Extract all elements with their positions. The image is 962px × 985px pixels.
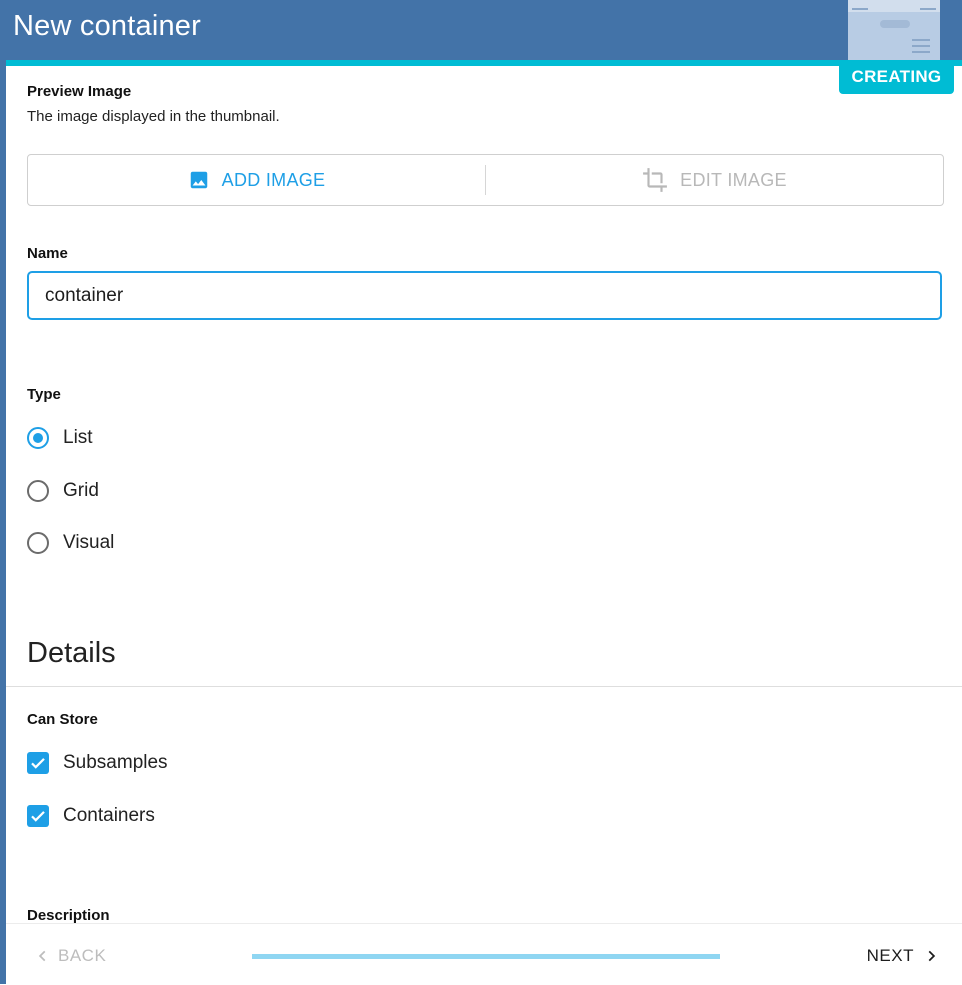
preview-image-helper: The image displayed in the thumbnail. (27, 108, 280, 125)
chevron-left-icon (38, 950, 46, 962)
type-option-label: Visual (63, 532, 115, 553)
add-image-label: ADD IMAGE (221, 169, 326, 190)
status-badge: CREATING (839, 60, 954, 94)
type-option-visual[interactable]: Visual (27, 532, 114, 554)
back-button[interactable]: BACK (36, 946, 106, 966)
crop-icon (643, 168, 668, 192)
type-option-label: Grid (63, 480, 99, 501)
radio-unchecked-icon (27, 480, 49, 502)
description-label: Description (27, 907, 110, 924)
name-input[interactable] (27, 271, 942, 320)
add-image-button[interactable]: ADD IMAGE (28, 155, 485, 205)
radio-unchecked-icon (27, 532, 49, 554)
checkbox-checked-icon (27, 805, 49, 827)
type-option-grid[interactable]: Grid (27, 480, 99, 502)
edit-image-label: EDIT IMAGE (680, 169, 787, 190)
next-label: NEXT (866, 946, 914, 965)
name-label: Name (27, 245, 68, 262)
image-button-group: ADD IMAGE EDIT IMAGE (27, 154, 944, 206)
dialog-title: New container (13, 10, 201, 42)
can-store-subsamples[interactable]: Subsamples (27, 752, 168, 774)
edit-image-button[interactable]: EDIT IMAGE (486, 155, 943, 205)
can-store-option-label: Subsamples (63, 752, 168, 773)
can-store-option-label: Containers (63, 805, 155, 826)
can-store-label: Can Store (27, 711, 98, 728)
wizard-progress-bar (252, 954, 720, 959)
progress-fill (252, 954, 720, 959)
dialog-header: New container (0, 0, 962, 60)
type-option-label: List (63, 427, 93, 448)
radio-checked-icon (27, 427, 49, 449)
type-option-list[interactable]: List (27, 427, 93, 449)
left-accent-bar (0, 0, 6, 984)
wizard-footer: BACK NEXT (6, 923, 962, 985)
type-label: Type (27, 386, 61, 403)
back-label: BACK (58, 946, 107, 965)
details-section-title: Details (27, 637, 116, 669)
preview-image-label: Preview Image (27, 83, 132, 100)
image-icon (190, 171, 207, 189)
container-thumbnail-icon (848, 0, 940, 60)
checkbox-checked-icon (27, 752, 49, 774)
header-accent-line (6, 60, 962, 66)
chevron-right-icon (928, 950, 936, 962)
next-button[interactable]: NEXT (867, 946, 938, 966)
section-divider (6, 686, 962, 687)
can-store-containers[interactable]: Containers (27, 805, 155, 827)
